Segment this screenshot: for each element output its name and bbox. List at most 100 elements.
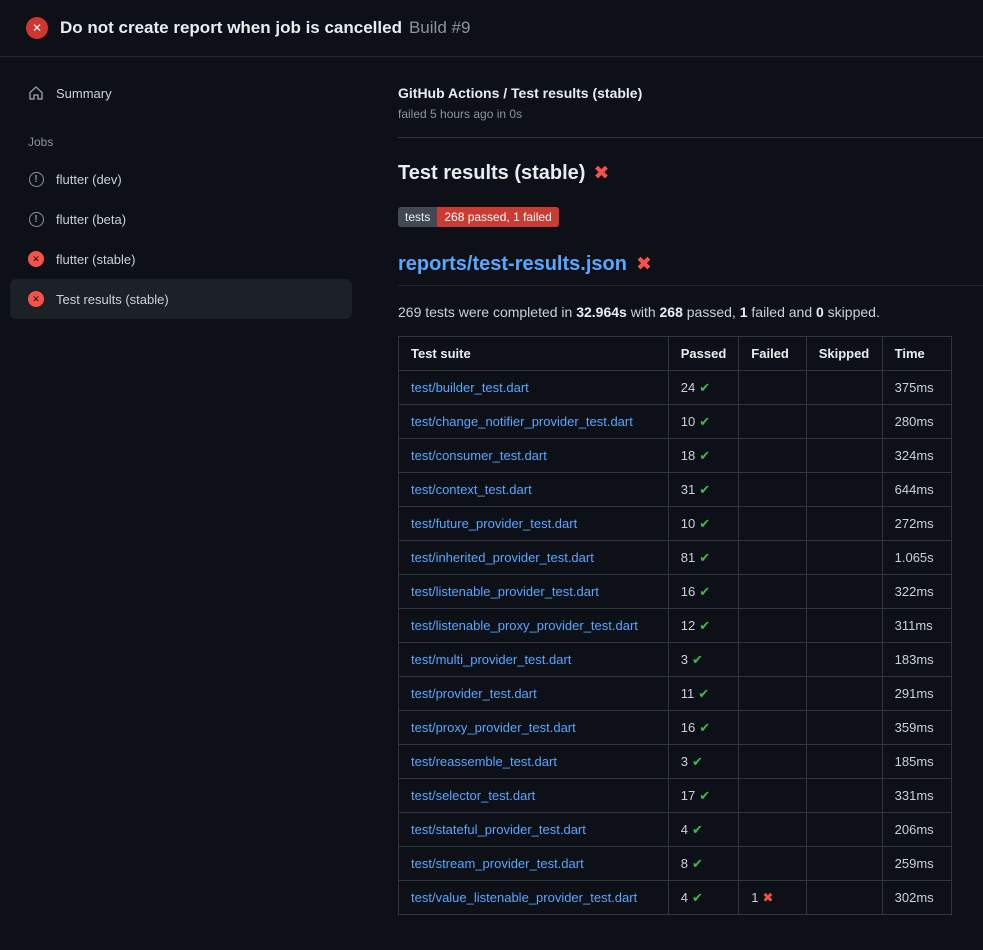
check-icon: ✔ (699, 550, 710, 565)
failed-cell (739, 405, 806, 439)
skipped-cell (806, 711, 882, 745)
summary-duration: 32.964s (576, 304, 627, 320)
summary-text: 269 tests were completed in (398, 304, 576, 320)
test-suite-link[interactable]: test/proxy_provider_test.dart (411, 720, 576, 735)
time-cell: 322ms (882, 575, 951, 609)
passed-count: 16 (681, 720, 695, 735)
home-icon (28, 85, 44, 101)
skipped-cell (806, 813, 882, 847)
sidebar-item-label: Test results (stable) (56, 292, 169, 307)
skipped-cell (806, 881, 882, 915)
skipped-cell (806, 575, 882, 609)
run-title: Do not create report when job is cancell… (60, 18, 402, 38)
passed-cell: 3✔ (668, 745, 739, 779)
time-cell: 302ms (882, 881, 951, 915)
test-suite-cell: test/context_test.dart (399, 473, 669, 507)
table-row: test/provider_test.dart11✔291ms (399, 677, 952, 711)
sidebar-item-test-results-stable[interactable]: ✕ Test results (stable) (10, 279, 352, 319)
sidebar-item-flutter-stable[interactable]: ✕ flutter (stable) (10, 239, 352, 279)
sidebar-item-label: flutter (beta) (56, 212, 126, 227)
test-suite-link[interactable]: test/stateful_provider_test.dart (411, 822, 586, 837)
test-suite-link[interactable]: test/multi_provider_test.dart (411, 652, 571, 667)
column-header-test-suite: Test suite (399, 337, 669, 371)
skipped-cell (806, 541, 882, 575)
test-suite-cell: test/change_notifier_provider_test.dart (399, 405, 669, 439)
test-suite-link[interactable]: test/context_test.dart (411, 482, 532, 497)
test-suite-link[interactable]: test/reassemble_test.dart (411, 754, 557, 769)
report-heading: reports/test-results.json ✖ (398, 253, 983, 286)
test-suite-link[interactable]: test/inherited_provider_test.dart (411, 550, 594, 565)
section-title: Test results (stable) ✖ (398, 162, 952, 185)
sidebar-item-flutter-beta[interactable]: ! flutter (beta) (10, 199, 352, 239)
breadcrumb: GitHub Actions / Test results (stable) (398, 85, 952, 101)
check-icon: ✔ (699, 618, 710, 633)
job-neutral-icon: ! (28, 171, 44, 187)
skipped-cell (806, 847, 882, 881)
check-icon: ✔ (698, 686, 709, 701)
failed-cell (739, 575, 806, 609)
check-icon: ✔ (699, 516, 710, 531)
passed-count: 11 (681, 686, 695, 701)
test-suite-cell: test/proxy_provider_test.dart (399, 711, 669, 745)
passed-count: 24 (681, 380, 695, 395)
report-file-link[interactable]: reports/test-results.json (398, 253, 627, 276)
table-row: test/listenable_proxy_provider_test.dart… (399, 609, 952, 643)
test-suite-cell: test/future_provider_test.dart (399, 507, 669, 541)
run-failed-icon: ✕ (26, 17, 48, 39)
sidebar-item-label: flutter (dev) (56, 172, 122, 187)
time-cell: 185ms (882, 745, 951, 779)
test-suite-link[interactable]: test/builder_test.dart (411, 380, 529, 395)
test-table-body: test/builder_test.dart24✔375mstest/chang… (399, 371, 952, 915)
table-row: test/listenable_provider_test.dart16✔322… (399, 575, 952, 609)
time-cell: 331ms (882, 779, 951, 813)
test-suite-link[interactable]: test/listenable_provider_test.dart (411, 584, 599, 599)
jobs-section-label: Jobs (0, 113, 380, 159)
test-suite-link[interactable]: test/consumer_test.dart (411, 448, 547, 463)
failed-cell (739, 507, 806, 541)
passed-count: 8 (681, 856, 688, 871)
test-suite-link[interactable]: test/future_provider_test.dart (411, 516, 577, 531)
test-suite-cell: test/reassemble_test.dart (399, 745, 669, 779)
table-row: test/stream_provider_test.dart8✔259ms (399, 847, 952, 881)
summary-text: with (627, 304, 660, 320)
skipped-cell (806, 643, 882, 677)
test-suite-cell: test/inherited_provider_test.dart (399, 541, 669, 575)
sidebar-item-label: flutter (stable) (56, 252, 135, 267)
time-cell: 359ms (882, 711, 951, 745)
test-suite-link[interactable]: test/stream_provider_test.dart (411, 856, 584, 871)
failed-cell (739, 813, 806, 847)
passed-cell: 81✔ (668, 541, 739, 575)
time-cell: 324ms (882, 439, 951, 473)
time-cell: 644ms (882, 473, 951, 507)
check-icon: ✔ (692, 822, 703, 837)
sidebar-item-summary[interactable]: Summary (10, 73, 352, 113)
test-suite-link[interactable]: test/provider_test.dart (411, 686, 537, 701)
column-header-passed: Passed (668, 337, 739, 371)
failed-cell (739, 745, 806, 779)
passed-cell: 10✔ (668, 405, 739, 439)
test-suite-link[interactable]: test/listenable_proxy_provider_test.dart (411, 618, 638, 633)
divider (398, 137, 983, 138)
check-icon: ✔ (699, 414, 710, 429)
test-suite-link[interactable]: test/change_notifier_provider_test.dart (411, 414, 633, 429)
test-suite-link[interactable]: test/value_listenable_provider_test.dart (411, 890, 637, 905)
sidebar-item-flutter-dev[interactable]: ! flutter (dev) (10, 159, 352, 199)
skipped-cell (806, 609, 882, 643)
test-results-table: Test suite Passed Failed Skipped Time te… (398, 336, 952, 915)
test-suite-link[interactable]: test/selector_test.dart (411, 788, 535, 803)
time-cell: 259ms (882, 847, 951, 881)
table-row: test/change_notifier_provider_test.dart 1… (399, 405, 952, 439)
test-suite-cell: test/provider_test.dart (399, 677, 669, 711)
table-row: test/consumer_test.dart18✔324ms (399, 439, 952, 473)
passed-cell: 8✔ (668, 847, 739, 881)
column-header-skipped: Skipped (806, 337, 882, 371)
passed-count: 31 (681, 482, 695, 497)
check-icon: ✔ (692, 856, 703, 871)
failed-cell (739, 439, 806, 473)
failed-cell (739, 473, 806, 507)
summary-failed-count: 1 (740, 304, 748, 320)
badge-value: 268 passed, 1 failed (437, 207, 558, 227)
table-row: test/proxy_provider_test.dart16✔359ms (399, 711, 952, 745)
table-header-row: Test suite Passed Failed Skipped Time (399, 337, 952, 371)
failed-cell (739, 711, 806, 745)
